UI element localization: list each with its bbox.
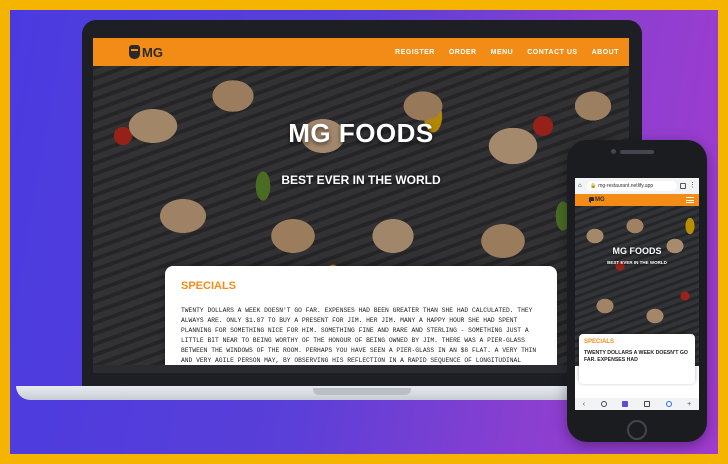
home-button[interactable] xyxy=(627,420,647,440)
logo-text: MG xyxy=(142,44,163,60)
laptop-screen: MG REGISTER ORDER MENU CONTACT US ABOUT … xyxy=(93,38,629,373)
mobile-address-bar: ⌂ 🔒 mg-restaurant.netlify.app ⋮ xyxy=(575,178,699,194)
site-logo[interactable]: MG xyxy=(129,45,163,60)
nav-menu: REGISTER ORDER MENU CONTACT US ABOUT xyxy=(395,49,619,56)
laptop-notch xyxy=(313,388,411,395)
hero-title: MG FOODS xyxy=(288,118,434,148)
new-tab-icon[interactable]: + xyxy=(687,401,691,408)
nav-register[interactable]: REGISTER xyxy=(395,49,435,56)
tabs-icon[interactable] xyxy=(680,183,686,189)
screen-bottom-bezel xyxy=(93,365,629,373)
site-navbar: MG REGISTER ORDER MENU CONTACT US ABOUT xyxy=(93,38,629,66)
mobile-navbar: MG xyxy=(575,194,699,206)
mobile-specials-text: TWENTY DOLLARS A WEEK DOESN'T GO FAR. EX… xyxy=(584,350,688,363)
camera-icon xyxy=(611,149,616,154)
mobile-browser-toolbar: ‹ + xyxy=(575,398,699,410)
nav-order[interactable]: ORDER xyxy=(449,49,477,56)
laptop-mockup: MG REGISTER ORDER MENU CONTACT US ABOUT … xyxy=(82,20,642,388)
account-icon[interactable] xyxy=(665,401,672,407)
lens-icon[interactable] xyxy=(600,401,607,407)
bookmark-icon[interactable] xyxy=(622,401,629,407)
mobile-logo[interactable]: MG xyxy=(589,197,605,203)
specials-card: SPECIALS TWENTY DOLLARS A WEEK DOESN'T G… xyxy=(165,266,557,373)
mobile-hero-title: MG FOODS xyxy=(612,246,662,256)
specials-text: TWENTY DOLLARS A WEEK DOESN'T GO FAR. EX… xyxy=(181,307,537,373)
hero-subtitle: BEST EVER IN THE WORLD xyxy=(281,173,441,187)
hero-banner: MG FOODS BEST EVER IN THE WORLD SPECIALS… xyxy=(93,66,629,373)
home-icon[interactable]: ⌂ xyxy=(578,183,584,189)
nav-about[interactable]: ABOUT xyxy=(592,49,619,56)
more-menu-icon[interactable]: ⋮ xyxy=(689,182,696,189)
hamburger-menu-icon[interactable] xyxy=(686,197,694,203)
phone-mockup: ⌂ 🔒 mg-restaurant.netlify.app ⋮ MG MG FO… xyxy=(567,140,707,442)
tab-switch-icon[interactable] xyxy=(643,401,650,407)
chef-logo-icon xyxy=(589,197,598,203)
url-text: mg-restaurant.netlify.app xyxy=(598,183,654,189)
phone-screen: ⌂ 🔒 mg-restaurant.netlify.app ⋮ MG MG FO… xyxy=(575,178,699,410)
specials-heading: SPECIALS xyxy=(181,280,237,292)
mobile-hero-subtitle: BEST EVER IN THE WORLD xyxy=(607,260,667,265)
mobile-specials-card: SPECIALS TWENTY DOLLARS A WEEK DOESN'T G… xyxy=(579,334,695,384)
mobile-specials-heading: SPECIALS xyxy=(584,339,615,345)
speaker-grille xyxy=(620,150,654,154)
url-field[interactable]: 🔒 mg-restaurant.netlify.app xyxy=(587,181,677,191)
nav-contact-us[interactable]: CONTACT US xyxy=(527,49,577,56)
lock-icon: 🔒 xyxy=(590,183,597,189)
chef-logo-icon xyxy=(129,45,140,59)
mockup-stage: MG REGISTER ORDER MENU CONTACT US ABOUT … xyxy=(10,10,718,454)
nav-menu-link[interactable]: MENU xyxy=(491,49,514,56)
back-icon[interactable]: ‹ xyxy=(583,401,585,408)
